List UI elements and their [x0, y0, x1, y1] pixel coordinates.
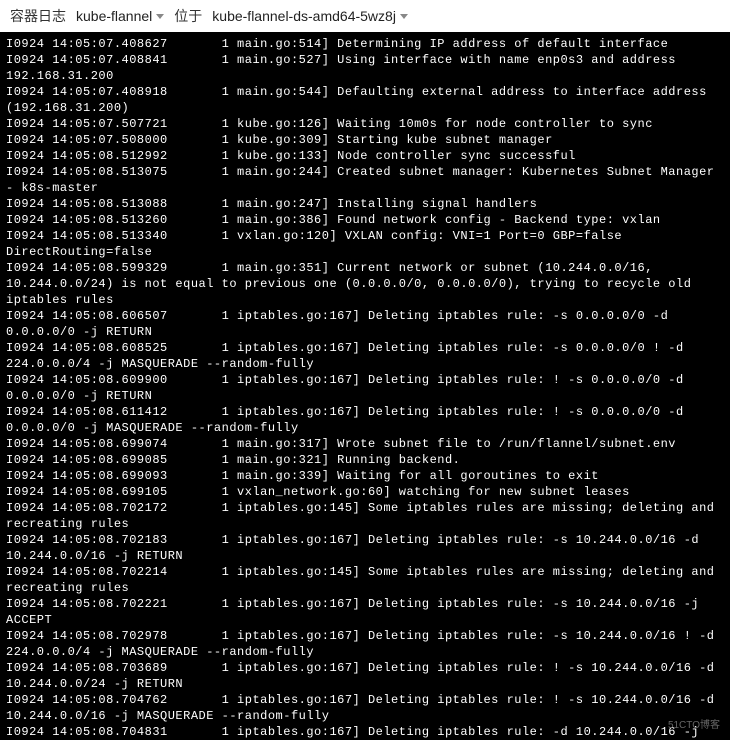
pod-dropdown-value: kube-flannel-ds-amd64-5wz8j — [212, 8, 396, 24]
pod-dropdown[interactable]: kube-flannel-ds-amd64-5wz8j — [208, 6, 412, 26]
chevron-down-icon — [156, 14, 164, 19]
container-dropdown-value: kube-flannel — [76, 8, 152, 24]
location-label: 位于 — [174, 6, 202, 26]
log-text: I0924 14:05:07.408627 1 main.go:514] Det… — [6, 37, 722, 740]
watermark-label: 51CTO博客 — [668, 718, 720, 734]
header-title-label: 容器日志 — [10, 6, 66, 26]
chevron-down-icon — [400, 14, 408, 19]
container-dropdown[interactable]: kube-flannel — [72, 6, 168, 26]
log-header: 容器日志 kube-flannel 位于 kube-flannel-ds-amd… — [0, 0, 730, 32]
log-output[interactable]: I0924 14:05:07.408627 1 main.go:514] Det… — [0, 32, 730, 740]
